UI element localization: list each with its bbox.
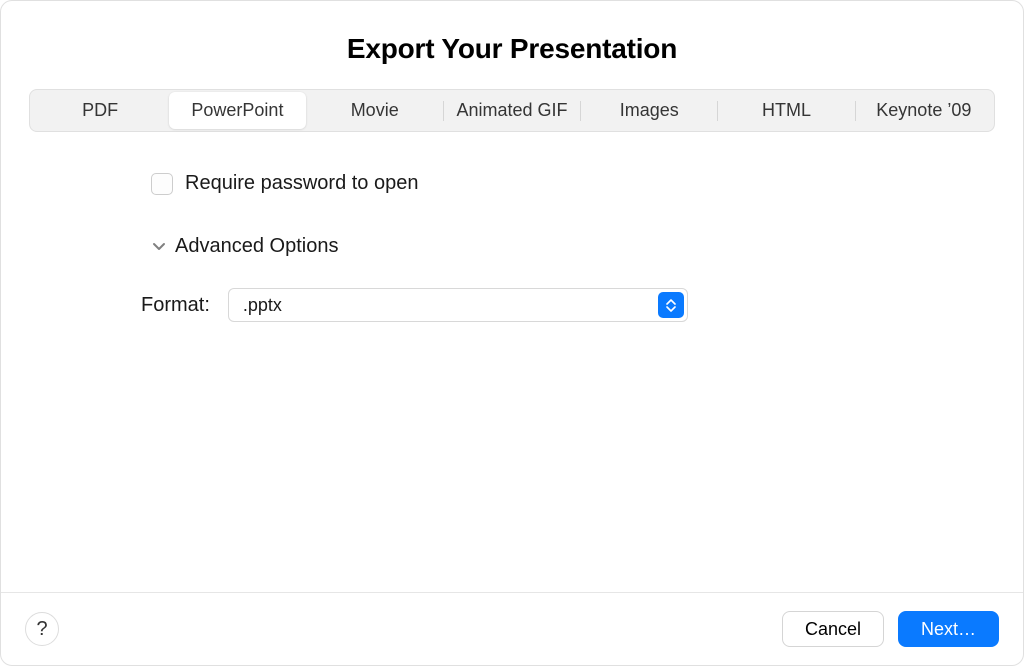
button-label: Next… [921,619,976,639]
tab-movie[interactable]: Movie [307,92,443,129]
cancel-button[interactable]: Cancel [782,611,884,647]
chevron-down-icon [151,239,167,255]
help-button[interactable]: ? [25,612,59,646]
advanced-options-disclosure[interactable]: Advanced Options [151,235,1023,258]
tab-images[interactable]: Images [581,92,717,129]
tab-powerpoint[interactable]: PowerPoint [169,92,305,129]
tab-label: Animated GIF [456,100,567,120]
tab-label: HTML [762,100,811,120]
tabs-container: PDF PowerPoint Movie Animated GIF Images… [1,89,1023,132]
dialog-header: Export Your Presentation [1,1,1023,89]
format-label: Format: [141,294,210,317]
export-dialog: Export Your Presentation PDF PowerPoint … [0,0,1024,666]
format-row: Format: .pptx [141,288,1023,322]
tab-label: PowerPoint [191,100,283,120]
require-password-row: Require password to open [151,172,1023,195]
tab-label: Images [620,100,679,120]
select-stepper-icon [658,292,684,318]
tab-label: PDF [82,100,118,120]
tab-keynote09[interactable]: Keynote ’09 [856,92,992,129]
tab-label: Keynote ’09 [876,100,971,120]
dialog-title: Export Your Presentation [1,33,1023,65]
advanced-options-label: Advanced Options [175,235,338,258]
tab-animated-gif[interactable]: Animated GIF [444,92,580,129]
format-tabs: PDF PowerPoint Movie Animated GIF Images… [29,89,995,132]
require-password-label: Require password to open [185,172,418,195]
next-button[interactable]: Next… [898,611,999,647]
dialog-footer: ? Cancel Next… [1,592,1023,665]
options-panel: Require password to open Advanced Option… [1,132,1023,592]
help-icon: ? [36,618,47,641]
tab-pdf[interactable]: PDF [32,92,168,129]
require-password-checkbox[interactable] [151,173,173,195]
format-select-wrap: .pptx [228,288,688,322]
format-select[interactable]: .pptx [228,288,688,322]
tab-html[interactable]: HTML [718,92,854,129]
tab-label: Movie [351,100,399,120]
format-selected-value: .pptx [243,295,282,316]
button-label: Cancel [805,619,861,639]
